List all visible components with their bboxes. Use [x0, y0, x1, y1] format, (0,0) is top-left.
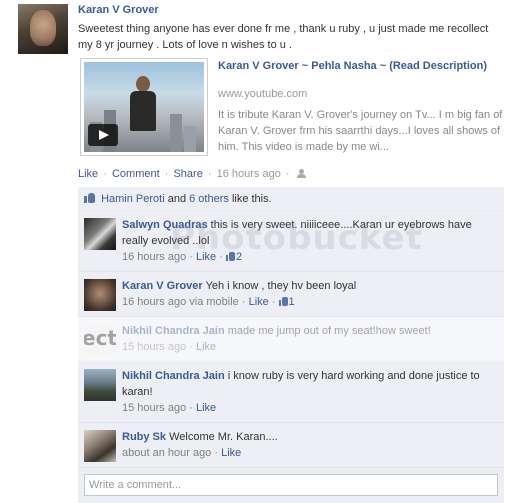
comment-time[interactable]: 16 hours ago via mobile [122, 296, 239, 308]
comment-time[interactable]: 15 hours ago [122, 402, 186, 414]
commenter-name[interactable]: Nikhil Chandra Jain [122, 370, 225, 382]
comment-meta: 15 hours ago · Like [122, 402, 217, 414]
comment-like-link[interactable]: Like [249, 296, 269, 308]
comment-text: Yeh i know , they hv been loyal [205, 280, 357, 292]
play-icon[interactable] [88, 124, 118, 146]
likes-others-link[interactable]: 6 others [189, 193, 229, 205]
likes-suffix: like this. [231, 193, 272, 205]
comment-like-link[interactable]: Like [196, 402, 216, 414]
thumbs-up-icon [225, 252, 235, 261]
commenter-avatar[interactable] [84, 279, 116, 311]
separator: · [207, 168, 212, 180]
commenter-name[interactable]: Ruby Sk [122, 431, 166, 443]
likes-summary: Hamin Peroti and 6 others like this. [78, 187, 504, 211]
post-timestamp[interactable]: 16 hours ago [217, 168, 281, 180]
commenter-avatar[interactable]: ect [84, 324, 116, 356]
commenter-avatar[interactable] [84, 218, 116, 250]
comment-meta: 15 hours ago · Like [122, 341, 217, 353]
comment-meta: 16 hours ago · Like · 2 [122, 251, 243, 263]
thumbnail-building [170, 114, 182, 152]
comment-item: Nikhil Chandra Jain i know ruby is very … [78, 362, 504, 423]
comment-meta: 16 hours ago via mobile · Like · 1 [122, 296, 295, 308]
comments-section: Hamin Peroti and 6 others like this. Sal… [78, 187, 504, 503]
comment-text: made me jump out of my seat!how sweet! [227, 325, 431, 337]
shared-link-description: It is tribute Karan V. Grover's journey … [218, 109, 503, 153]
separator: · [164, 168, 169, 180]
comment-time[interactable]: 15 hours ago [122, 341, 186, 353]
comment-item: Karan V Grover Yeh i know , they hv been… [78, 272, 504, 317]
commenter-avatar[interactable] [84, 430, 116, 462]
separator: · [103, 168, 107, 180]
separator: · [285, 168, 290, 180]
post-actions: Like · Comment · Share · 16 hours ago · [78, 168, 307, 180]
author-face [30, 10, 56, 46]
shared-link-title[interactable]: Karan V Grover ~ Pehla Nasha ~ (Read Des… [218, 59, 498, 74]
shared-link-url: www.youtube.com [218, 88, 308, 100]
comment-item: Ruby Sk Welcome Mr. Karan.... about an h… [78, 423, 504, 468]
facebook-post: Karan V Grover Sweetest thing anyone has… [0, 0, 517, 503]
comment-link[interactable]: Comment [112, 168, 160, 180]
comment-time[interactable]: 16 hours ago [122, 251, 186, 263]
comment-like-link[interactable]: Like [196, 341, 216, 353]
thumbs-up-icon [278, 297, 288, 306]
comment-likes-number: 2 [235, 251, 243, 263]
thumbs-up-icon [84, 192, 95, 203]
video-thumbnail[interactable] [80, 58, 208, 156]
comment-item: Salwyn Quadras this is very sweet. niiii… [78, 211, 504, 272]
comment-like-link[interactable]: Like [221, 447, 241, 459]
like-link[interactable]: Like [78, 168, 98, 180]
thumbnail-person-head [136, 76, 150, 92]
comment-meta: about an hour ago · Like [122, 447, 242, 459]
write-comment-input[interactable] [84, 474, 498, 496]
share-link[interactable]: Share [173, 168, 202, 180]
commenter-name[interactable]: Salwyn Quadras [122, 219, 208, 231]
comment-likes-count[interactable]: 1 [278, 296, 295, 308]
liker-name[interactable]: Hamin Peroti [101, 193, 165, 205]
comment-likes-number: 1 [288, 296, 295, 308]
author-avatar[interactable] [18, 4, 68, 54]
thumbnail-building [184, 126, 196, 152]
commenter-name[interactable]: Nikhil Chandra Jain [122, 325, 225, 337]
likes-and: and [167, 193, 187, 205]
comment-like-link[interactable]: Like [196, 251, 216, 263]
write-comment-area [78, 468, 504, 503]
commenter-name[interactable]: Karan V Grover [122, 280, 203, 292]
comment-item: ect Nikhil Chandra Jain made me jump out… [78, 317, 504, 362]
post-text: Sweetest thing anyone has ever done fr m… [78, 23, 489, 51]
thumbnail-person [128, 76, 158, 146]
comment-time[interactable]: about an hour ago [122, 447, 211, 459]
friends-privacy-icon[interactable] [296, 169, 307, 178]
thumbnail-person-torso [130, 91, 156, 131]
commenter-avatar[interactable] [84, 369, 116, 401]
author-name[interactable]: Karan V Grover [78, 4, 159, 16]
video-thumbnail-image [84, 62, 204, 152]
comment-text: Welcome Mr. Karan.... [169, 431, 278, 443]
avatar-logo: ect [84, 326, 116, 350]
comment-likes-count[interactable]: 2 [225, 251, 243, 263]
